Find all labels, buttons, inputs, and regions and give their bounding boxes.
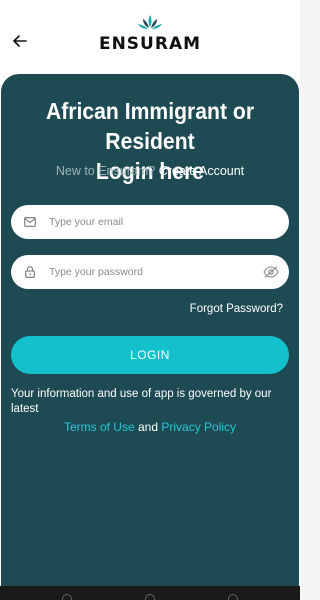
password-field[interactable]	[11, 255, 289, 289]
login-button[interactable]: LOGIN	[11, 336, 289, 374]
email-field[interactable]	[11, 205, 289, 239]
email-input[interactable]	[49, 216, 249, 228]
and-text: and	[137, 420, 159, 434]
header: ENSURAM	[0, 0, 300, 74]
app-screen: ENSURAM African Immigrant or Resident Lo…	[0, 0, 300, 600]
logo-text: ENSURAM	[98, 34, 202, 54]
create-account-link[interactable]: Create Account	[159, 164, 244, 178]
logo: ENSURAM	[90, 14, 210, 58]
eye-off-icon[interactable]	[263, 265, 279, 279]
password-input[interactable]	[49, 266, 249, 278]
back-button[interactable]	[8, 30, 32, 52]
privacy-policy-link[interactable]: Privacy Policy	[161, 420, 236, 434]
mail-icon	[23, 215, 37, 229]
signup-prompt: New to Ensuram? Create Account	[1, 164, 299, 178]
terms-of-use-link[interactable]: Terms of Use	[64, 420, 135, 434]
back-nav-icon[interactable]	[228, 594, 238, 600]
recent-apps-icon[interactable]	[62, 594, 72, 600]
login-panel: African Immigrant or Resident Login here…	[1, 74, 299, 586]
home-icon[interactable]	[145, 594, 155, 600]
leaf-crown-icon	[138, 15, 162, 29]
arrow-left-icon	[13, 35, 27, 47]
forgot-password-link[interactable]: Forgot Password?	[190, 303, 283, 315]
lock-icon	[23, 265, 37, 279]
info-text: Your information and use of app is gover…	[11, 388, 272, 415]
title-line-1: African Immigrant or Resident	[45, 98, 255, 154]
legal-links: Terms of Use and Privacy Policy	[1, 420, 299, 434]
system-nav-bar	[0, 586, 300, 600]
new-user-text: New to Ensuram?	[55, 164, 156, 178]
